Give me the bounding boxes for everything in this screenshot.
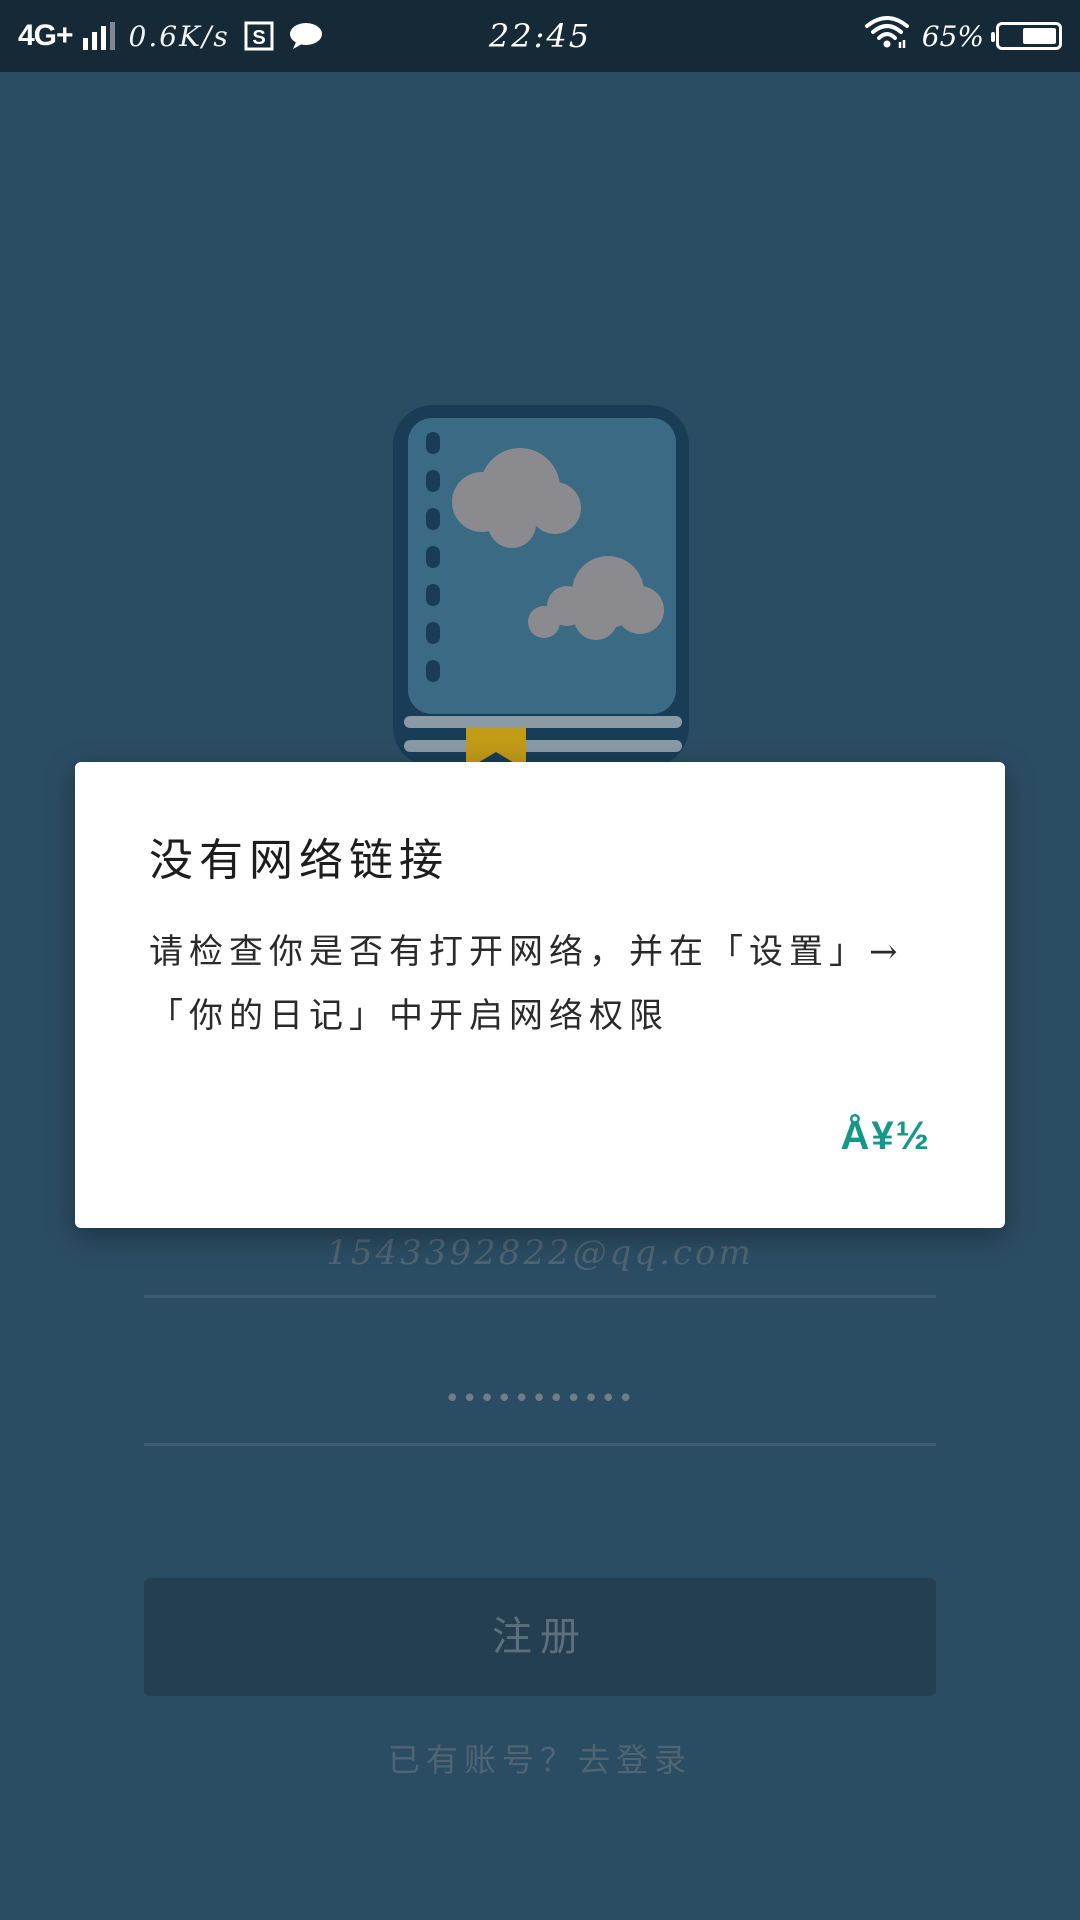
battery-icon [991,22,1062,50]
battery-percent: 65% [921,19,984,53]
go-login-link[interactable]: 已有账号？去登录 [0,1735,1080,1781]
register-button[interactable]: 注册 [144,1578,936,1696]
no-network-dialog: 没有网络链接 请检查你是否有打开网络，并在「设置」→「你的日记」中开启网络权限 … [75,762,1005,1228]
wifi-icon [864,14,910,58]
dialog-message: 请检查你是否有打开网络，并在「设置」→「你的日记」中开启网络权限 [149,932,904,1036]
dialog-title: 没有网络链接 [149,835,449,886]
battery-fill [1023,28,1056,44]
status-bar: 4G+ 0.6K/s S 22:45 65% [0,0,1080,72]
diary-book-logo [393,405,689,770]
status-right: 65% [864,0,1062,72]
password-field[interactable]: ••••••••••• [144,1352,936,1446]
dialog-confirm-button[interactable]: Å¥½ [841,1114,932,1159]
